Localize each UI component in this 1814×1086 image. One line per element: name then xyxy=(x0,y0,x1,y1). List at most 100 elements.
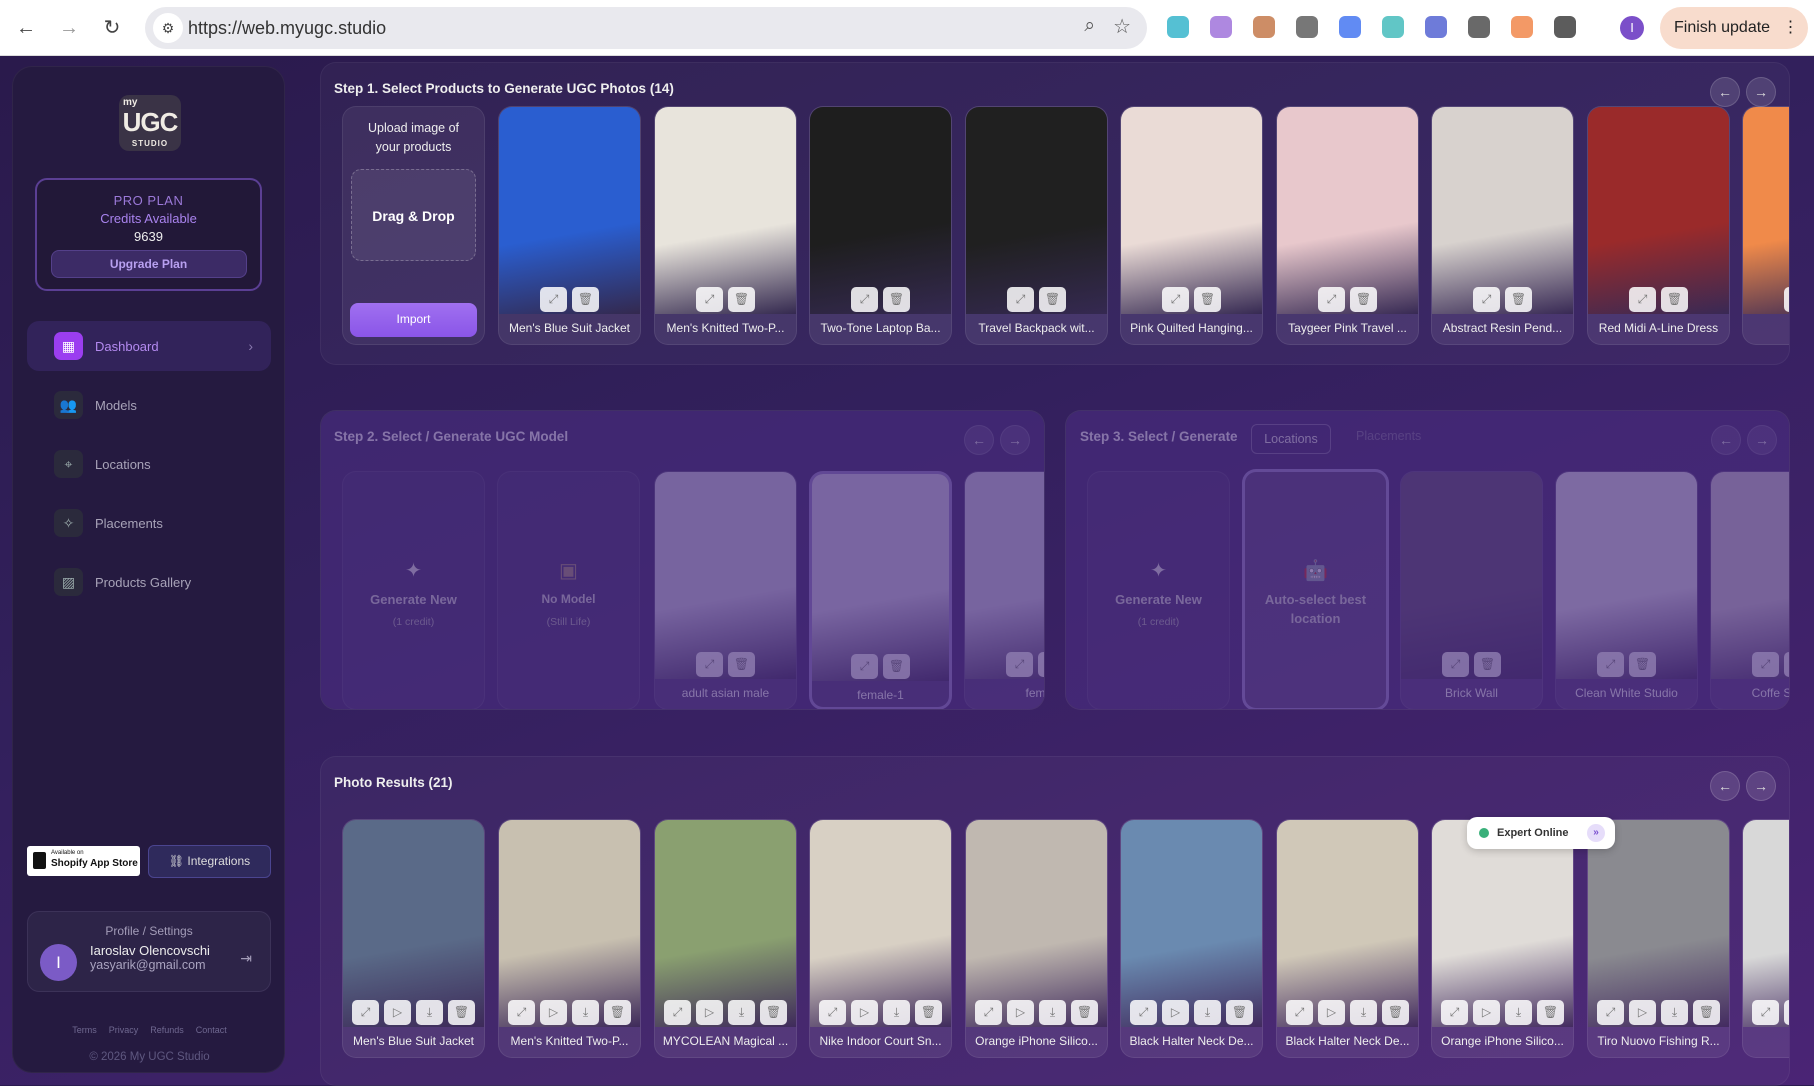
trash-icon[interactable]: 🗑 xyxy=(448,1000,475,1025)
extension-icon[interactable] xyxy=(1511,16,1533,38)
location-card[interactable]: ⤢ 🗑 Clean White Studio xyxy=(1555,471,1698,709)
address-bar[interactable]: ⚙ https://web.myugc.studio ⌕ ☆ xyxy=(145,7,1147,49)
expand-icon[interactable]: ⤢ xyxy=(352,1000,379,1025)
contact-link[interactable]: Contact xyxy=(196,1025,227,1035)
trash-icon[interactable]: 🗑 xyxy=(604,1000,631,1025)
expand-icon[interactable]: ⤢ xyxy=(1007,287,1034,312)
expand-icon[interactable]: ⤢ xyxy=(1752,652,1779,677)
download-icon[interactable]: ⤓ xyxy=(416,1000,443,1025)
expand-icon[interactable]: ⤢ xyxy=(1629,287,1656,312)
generate-new-model-card[interactable]: ✦ Generate New (1 credit) xyxy=(342,471,485,709)
step2-next-button[interactable]: → xyxy=(1000,425,1030,455)
forward-icon[interactable]: → xyxy=(55,14,83,42)
expand-icon[interactable]: ⤢ xyxy=(696,652,723,677)
download-icon[interactable]: ⤓ xyxy=(1039,1000,1066,1025)
trash-icon[interactable]: 🗑 xyxy=(1661,287,1688,312)
trash-icon[interactable]: 🗑 xyxy=(1382,1000,1409,1025)
trash-icon[interactable]: 🗑 xyxy=(1693,1000,1720,1025)
trash-icon[interactable]: 🗑 xyxy=(760,1000,787,1025)
download-icon[interactable]: ⤓ xyxy=(1194,1000,1221,1025)
privacy-link[interactable]: Privacy xyxy=(109,1025,139,1035)
play-icon[interactable]: ▷ xyxy=(540,1000,567,1025)
expand-icon[interactable]: ⤢ xyxy=(1597,652,1624,677)
download-icon[interactable]: ⤓ xyxy=(1350,1000,1377,1025)
results-prev-button[interactable]: ← xyxy=(1710,771,1740,801)
trash-icon[interactable]: 🗑 xyxy=(728,287,755,312)
location-card[interactable]: ⤢🗑 Coffe Shop xyxy=(1710,471,1789,709)
refunds-link[interactable]: Refunds xyxy=(150,1025,184,1035)
expand-icon[interactable]: ⤢ xyxy=(975,1000,1002,1025)
extension-icon[interactable] xyxy=(1210,16,1232,38)
result-photo-card[interactable]: ⤢ ▷ ⤓ 🗑 Men's Blue Suit Jacket xyxy=(342,819,485,1058)
sidebar-item-models[interactable]: 👥 Models xyxy=(27,380,271,430)
expand-icon[interactable]: ⤢ xyxy=(1130,1000,1157,1025)
extension-icon[interactable] xyxy=(1296,16,1318,38)
terms-link[interactable]: Terms xyxy=(72,1025,97,1035)
product-card[interactable]: ⤢🗑 Oran xyxy=(1742,106,1789,345)
results-next-button[interactable]: → xyxy=(1746,771,1776,801)
expand-icon[interactable]: ⤢ xyxy=(696,287,723,312)
sidebar-item-placements[interactable]: ✧ Placements xyxy=(27,498,271,548)
play-icon[interactable]: ▷ xyxy=(1007,1000,1034,1025)
play-icon[interactable]: ▷ xyxy=(384,1000,411,1025)
generate-new-location-card[interactable]: ✦ Generate New (1 credit) xyxy=(1087,471,1230,709)
extension-icon[interactable] xyxy=(1339,16,1361,38)
site-settings-icon[interactable]: ⚙ xyxy=(153,13,183,43)
expert-online-widget[interactable]: Expert Online » xyxy=(1467,817,1615,849)
import-button[interactable]: Import xyxy=(350,303,477,337)
trash-icon[interactable]: 🗑 xyxy=(572,287,599,312)
trash-icon[interactable]: 🗑 xyxy=(1505,287,1532,312)
back-icon[interactable]: ← xyxy=(12,14,40,42)
play-icon[interactable]: ▷ xyxy=(1318,1000,1345,1025)
play-icon[interactable]: ▷ xyxy=(1784,1000,1789,1025)
trash-icon[interactable]: 🗑 xyxy=(915,1000,942,1025)
product-card[interactable]: ⤢ 🗑 Red Midi A-Line Dress xyxy=(1587,106,1730,345)
expand-icon[interactable]: ⤢ xyxy=(1784,287,1789,312)
trash-icon[interactable]: 🗑 xyxy=(1194,287,1221,312)
expand-icon[interactable]: ⤢ xyxy=(1597,1000,1624,1025)
expand-icon[interactable]: ⤢ xyxy=(851,654,878,679)
download-icon[interactable]: ⤓ xyxy=(1505,1000,1532,1025)
reload-icon[interactable]: ↻ xyxy=(98,14,126,42)
product-card[interactable]: ⤢ 🗑 Abstract Resin Pend... xyxy=(1431,106,1574,345)
trash-icon[interactable]: 🗑 xyxy=(1039,287,1066,312)
extension-icon[interactable] xyxy=(1554,16,1576,38)
result-photo-card[interactable]: ⤢▷⤓🗑 Oran xyxy=(1742,819,1789,1058)
product-card[interactable]: ⤢ 🗑 Men's Knitted Two-P... xyxy=(654,106,797,345)
result-photo-card[interactable]: ⤢ ▷ ⤓ 🗑 MYCOLEAN Magical ... xyxy=(654,819,797,1058)
finish-update-button[interactable]: Finish update ⋮ xyxy=(1660,7,1808,49)
expand-icon[interactable]: ⤢ xyxy=(1473,287,1500,312)
trash-icon[interactable]: 🗑 xyxy=(1071,1000,1098,1025)
bookmark-star-icon[interactable]: ☆ xyxy=(1113,14,1131,39)
play-icon[interactable]: ▷ xyxy=(851,1000,878,1025)
step1-next-button[interactable]: → xyxy=(1746,77,1776,107)
expand-icon[interactable]: ⤢ xyxy=(1441,1000,1468,1025)
result-photo-card[interactable]: ⤢ ▷ ⤓ 🗑 Orange iPhone Silico... xyxy=(1431,819,1574,1058)
step3-prev-button[interactable]: ← xyxy=(1711,425,1741,455)
integrations-button[interactable]: ⛓ Integrations xyxy=(148,845,271,878)
trash-icon[interactable]: 🗑 xyxy=(883,287,910,312)
sidebar-item-locations[interactable]: ⌖ Locations xyxy=(27,439,271,489)
trash-icon[interactable]: 🗑 xyxy=(1784,652,1789,677)
result-photo-card[interactable]: ⤢ ▷ ⤓ 🗑 Nike Indoor Court Sn... xyxy=(809,819,952,1058)
expand-icon[interactable]: ⤢ xyxy=(1752,1000,1779,1025)
trash-icon[interactable]: 🗑 xyxy=(1629,652,1656,677)
result-photo-card[interactable]: ⤢ ▷ ⤓ 🗑 Tiro Nuovo Fishing R... xyxy=(1587,819,1730,1058)
result-photo-card[interactable]: ⤢ ▷ ⤓ 🗑 Black Halter Neck De... xyxy=(1276,819,1419,1058)
expand-icon[interactable]: ⤢ xyxy=(540,287,567,312)
sidebar-item-dashboard[interactable]: ▦ Dashboard › xyxy=(27,321,271,371)
expand-icon[interactable]: ⤢ xyxy=(851,287,878,312)
tab-placements[interactable]: Placements xyxy=(1356,429,1421,443)
step1-prev-button[interactable]: ← xyxy=(1710,77,1740,107)
model-card[interactable]: ⤢🗑 fem xyxy=(964,471,1044,709)
model-card[interactable]: ⤢ 🗑 female-1 xyxy=(809,471,952,709)
zoom-icon[interactable]: ⌕ xyxy=(1084,15,1095,37)
product-card[interactable]: ⤢ 🗑 Taygeer Pink Travel ... xyxy=(1276,106,1419,345)
no-model-card[interactable]: ▣ No Model (Still Life) xyxy=(497,471,640,709)
download-icon[interactable]: ⤓ xyxy=(1661,1000,1688,1025)
play-icon[interactable]: ▷ xyxy=(1629,1000,1656,1025)
expand-icon[interactable]: ⤢ xyxy=(1162,287,1189,312)
step3-next-button[interactable]: → xyxy=(1747,425,1777,455)
profile-settings-card[interactable]: Profile / Settings I Iaroslav Olencovsch… xyxy=(27,911,271,992)
chevron-down-icon[interactable]: » xyxy=(1587,824,1605,842)
